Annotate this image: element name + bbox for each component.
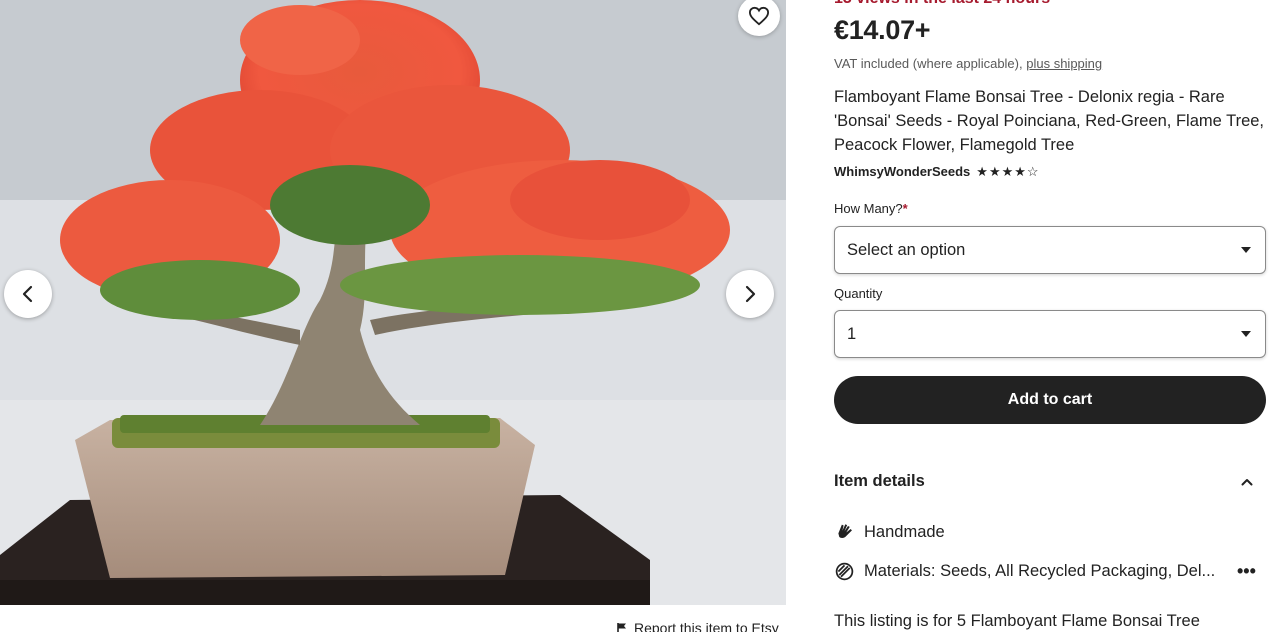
star-empty-icon: ☆: [1026, 163, 1039, 179]
report-item-label: Report this item to Etsy: [634, 620, 779, 632]
required-mark: *: [902, 201, 908, 216]
how-many-select-value: Select an option: [847, 240, 966, 259]
listing-image-carousel[interactable]: [0, 0, 786, 605]
listing-description: This listing is for 5 Flamboyant Flame B…: [834, 612, 1200, 630]
vat-text: VAT included (where applicable),: [834, 56, 1023, 71]
star-filled-icon: ★: [1014, 163, 1026, 179]
how-many-select[interactable]: Select an option: [834, 226, 1266, 274]
price: €14.07+: [834, 15, 931, 45]
heart-icon: [748, 6, 770, 26]
vat-note: VAT included (where applicable), plus sh…: [834, 56, 1102, 71]
shipping-link[interactable]: plus shipping: [1026, 56, 1102, 71]
how-many-label-text: How Many?: [834, 201, 903, 216]
detail-materials-text: Materials: Seeds, All Recycled Packaging…: [864, 562, 1216, 580]
listing-title: Flamboyant Flame Bonsai Tree - Delonix r…: [834, 88, 1265, 154]
star-filled-icon: ★: [988, 163, 1001, 179]
detail-handmade: Handmade: [834, 522, 1266, 543]
detail-handmade-text: Handmade: [864, 523, 945, 541]
previous-image-button[interactable]: [4, 270, 52, 318]
chevron-left-icon: [22, 285, 33, 303]
chevron-right-icon: [745, 285, 756, 303]
add-to-cart-button[interactable]: Add to cart: [834, 376, 1266, 424]
caret-down-icon: [1241, 247, 1251, 253]
star-filled-icon: ★: [1001, 163, 1014, 179]
caret-down-icon: [1241, 331, 1251, 337]
star-rating: ★ ★ ★ ★ ☆: [976, 163, 1039, 179]
chevron-up-icon: [1241, 478, 1253, 485]
bonsai-tree-photo: [0, 0, 786, 605]
how-many-label: How Many?*: [834, 201, 908, 216]
ellipsis-icon[interactable]: •••: [1237, 561, 1256, 582]
item-details-title: Item details: [834, 472, 925, 490]
detail-materials: Materials: Seeds, All Recycled Packaging…: [834, 561, 1266, 582]
quantity-select-value: 1: [847, 324, 857, 343]
star-filled-icon: ★: [976, 163, 988, 179]
quantity-select[interactable]: 1: [834, 310, 1266, 358]
quantity-label: Quantity: [834, 286, 883, 301]
shop-row: WhimsyWonderSeeds ★ ★ ★ ★ ☆: [834, 164, 1039, 179]
flag-icon: [617, 623, 626, 632]
hand-icon: [838, 524, 852, 538]
next-image-button[interactable]: [726, 270, 774, 318]
layers-icon: [835, 562, 854, 581]
item-details-toggle[interactable]: Item details: [834, 472, 1266, 491]
report-item-link[interactable]: Report this item to Etsy: [616, 620, 779, 632]
shop-name-link[interactable]: WhimsyWonderSeeds: [834, 164, 970, 179]
views-notice: 13 views in the last 24 hours: [834, 0, 1050, 8]
listing-page: Report this item to Etsy 13 views in the…: [0, 0, 1288, 632]
